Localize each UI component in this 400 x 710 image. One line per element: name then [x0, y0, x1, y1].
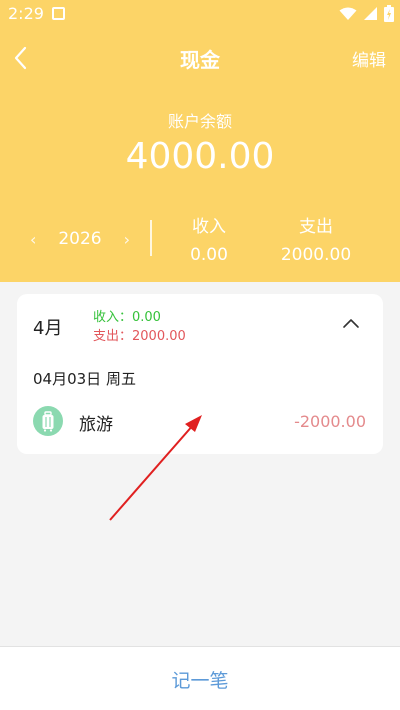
bottom-bar: 记一笔 — [0, 646, 400, 710]
expense-summary: 支出 2000.00 — [272, 212, 360, 265]
collapse-chevron-icon[interactable] — [341, 314, 361, 334]
add-record-button[interactable]: 记一笔 — [0, 647, 400, 710]
record-amount: -2000.00 — [294, 412, 366, 431]
month-expense: 支出：2000.00 — [93, 329, 186, 344]
status-icons — [339, 5, 394, 22]
expense-label: 支出 — [299, 217, 333, 237]
record-row[interactable]: 旅游 -2000.00 — [17, 402, 383, 442]
prev-year-button[interactable]: ‹ — [30, 230, 36, 249]
edit-button[interactable]: 编辑 — [352, 46, 386, 71]
balance-value: 4000.00 — [125, 136, 275, 177]
month-card: 4月 收入：0.00 支出：2000.00 04月03日 周五 旅游 -2000… — [17, 294, 383, 454]
status-bar: 2:29 — [0, 0, 400, 28]
year-switcher: ‹ 2026 › — [30, 226, 130, 252]
income-label: 收入 — [192, 217, 226, 237]
balance-label: 账户余额 — [167, 112, 232, 131]
day-header: 04月03日 周五 — [33, 370, 136, 388]
wifi-icon — [339, 7, 357, 20]
battery-icon — [384, 5, 394, 22]
next-year-button[interactable]: › — [124, 230, 130, 249]
month-income: 收入：0.00 — [93, 310, 161, 325]
year-value: 2026 — [58, 229, 102, 249]
month-label: 4月 — [33, 318, 63, 339]
signal-icon — [364, 7, 377, 20]
page-title: 现金 — [180, 48, 220, 72]
notification-app-icon — [52, 7, 65, 20]
income-value: 0.00 — [190, 245, 228, 265]
account-header: 2:29 现金 编辑 账户余额 4000.00 ‹ 2026 › 收入 0.00 — [0, 0, 400, 282]
record-category: 旅游 — [79, 415, 113, 435]
status-time: 2:29 — [8, 4, 44, 23]
expense-value: 2000.00 — [280, 245, 352, 265]
luggage-icon — [33, 406, 63, 436]
summary-divider — [150, 220, 152, 256]
income-summary: 收入 0.00 — [168, 212, 250, 265]
